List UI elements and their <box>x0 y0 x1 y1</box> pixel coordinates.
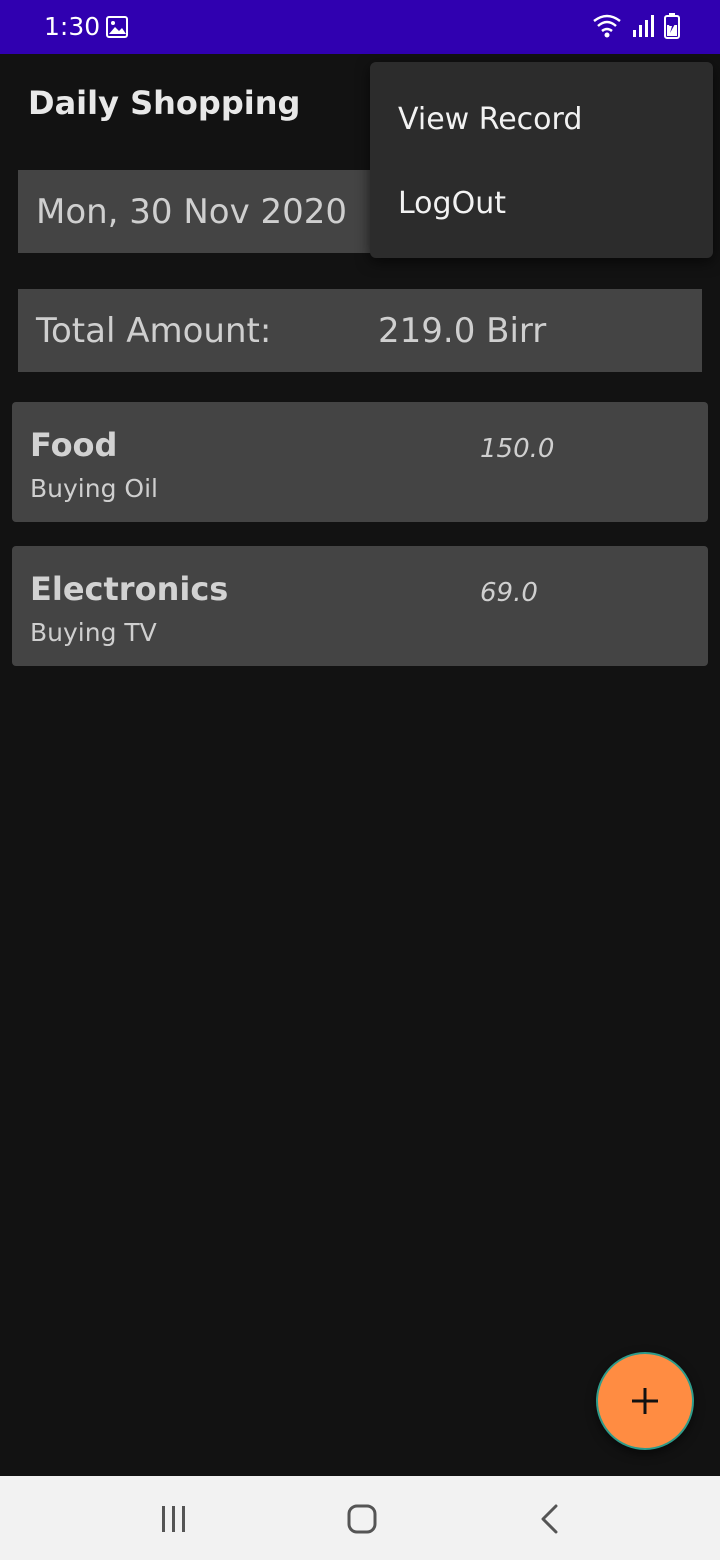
app-title: Daily Shopping <box>28 84 301 122</box>
wifi-icon <box>593 14 621 38</box>
status-icons <box>592 13 680 39</box>
overflow-menu: View Record LogOut <box>370 62 713 258</box>
menu-item-logout[interactable]: LogOut <box>398 186 506 221</box>
status-bar: 1:30 <box>0 0 720 54</box>
back-icon[interactable] <box>530 1502 570 1536</box>
plus-icon <box>632 1388 658 1414</box>
record-item-electronics[interactable]: Electronics Buying TV 69.0 <box>12 546 708 666</box>
battery-charging-icon <box>664 13 680 39</box>
app-screen: 1:30 Daily Shopping Mon, 30 Nov 2020 Tot… <box>0 0 720 1560</box>
add-record-button[interactable] <box>596 1352 694 1450</box>
status-time: 1:30 <box>44 12 101 41</box>
signal-icon <box>633 15 654 37</box>
record-amount: 150.0 <box>480 434 555 464</box>
record-description: Buying Oil <box>30 474 158 503</box>
image-icon <box>106 16 128 38</box>
record-description: Buying TV <box>30 618 157 647</box>
system-nav-bar <box>0 1476 720 1560</box>
record-category: Electronics <box>30 570 229 608</box>
total-amount-label: Total Amount: <box>36 311 272 351</box>
date-value: Mon, 30 Nov 2020 <box>36 192 348 232</box>
total-amount-box: Total Amount: 219.0 Birr <box>18 289 702 372</box>
record-item-food[interactable]: Food Buying Oil 150.0 <box>12 402 708 522</box>
home-icon[interactable] <box>342 1502 382 1536</box>
recents-icon[interactable] <box>154 1502 194 1536</box>
record-category: Food <box>30 426 118 464</box>
record-amount: 69.0 <box>480 578 538 608</box>
total-amount-value: 219.0 Birr <box>378 311 547 351</box>
menu-item-view-record[interactable]: View Record <box>398 102 582 137</box>
